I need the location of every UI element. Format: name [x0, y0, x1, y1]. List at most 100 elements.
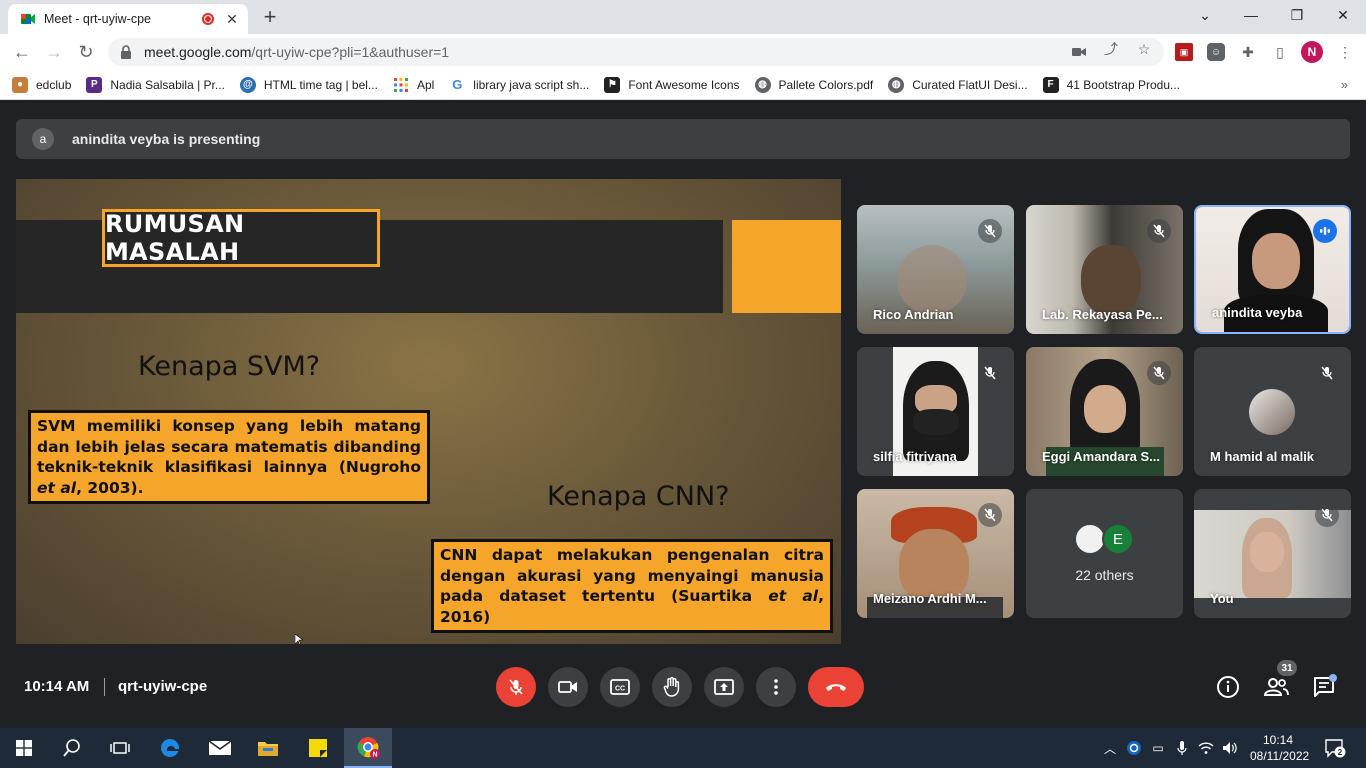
close-tab-icon[interactable]: ✕ — [224, 11, 240, 28]
participant-name: Lab. Rekayasa Pe... — [1042, 307, 1163, 322]
apps-grid-icon — [393, 77, 408, 92]
bookmark-pallete-colors[interactable]: ◍ Pallete Colors.pdf — [754, 76, 873, 93]
extension-red-icon[interactable]: ▣ — [1175, 43, 1193, 61]
extension-chat-icon[interactable]: ☺ — [1207, 43, 1225, 61]
participant-tile[interactable]: Lab. Rekayasa Pe... — [1026, 205, 1183, 334]
p-logo-icon: P — [86, 76, 103, 93]
camera-permission-icon[interactable] — [1071, 44, 1087, 60]
windows-start-icon[interactable] — [0, 728, 48, 768]
participant-tile[interactable]: Rico Andrian — [857, 205, 1014, 334]
google-meet-icon — [21, 14, 35, 24]
presenting-banner: a anindita veyba is presenting — [16, 119, 1350, 159]
more-vertical-icon — [774, 679, 778, 695]
present-screen-button[interactable] — [704, 667, 744, 707]
notification-center-icon[interactable]: 2 — [1324, 738, 1346, 758]
file-explorer-icon[interactable] — [244, 728, 292, 768]
sync-status-icon[interactable] — [1126, 740, 1142, 756]
browser-tab-meet[interactable]: Meet - qrt-uyiw-cpe ✕ — [8, 4, 248, 34]
camera-toggle-button[interactable] — [548, 667, 588, 707]
address-bar[interactable]: meet.google.com/qrt-uyiw-cpe?pli=1&authu… — [108, 38, 1164, 66]
bookmark-html-time-tag[interactable]: @ HTML time tag | bel... — [239, 76, 378, 93]
search-icon[interactable] — [48, 728, 96, 768]
svg-text:N: N — [372, 752, 377, 759]
url-text: meet.google.com/qrt-uyiw-cpe?pli=1&authu… — [144, 44, 450, 60]
bookmark-library-java-script[interactable]: G library java script sh... — [449, 76, 589, 93]
participant-tile[interactable]: M hamid al malik — [1194, 347, 1351, 476]
people-button[interactable] — [1263, 674, 1289, 700]
restore-button[interactable]: ❐ — [1274, 0, 1320, 30]
microphone-toggle-button[interactable] — [496, 667, 536, 707]
tab-search-icon[interactable]: ⌄ — [1182, 0, 1228, 30]
profile-avatar[interactable]: N — [1301, 41, 1323, 63]
mic-muted-icon — [1147, 219, 1171, 243]
participant-name: Eggi Amandara S... — [1042, 449, 1160, 464]
chrome-taskbar-icon[interactable]: N — [344, 728, 392, 768]
svg-text:CC: CC — [615, 686, 625, 693]
bookmarks-overflow-icon[interactable]: » — [1341, 77, 1348, 92]
meeting-code: qrt-uyiw-cpe — [118, 678, 208, 695]
slide-title: RUMUSAN MASALAH — [105, 210, 245, 266]
forward-icon[interactable]: → — [42, 40, 66, 64]
presentation-slide: RUMUSAN MASALAH Kenapa SVM? SVM memiliki… — [16, 179, 841, 644]
recording-indicator-icon — [202, 13, 214, 25]
leave-call-button[interactable] — [808, 667, 864, 707]
bookmark-nadia-salsabila[interactable]: P Nadia Salsabila | Pr... — [86, 76, 225, 93]
volume-icon[interactable] — [1222, 740, 1238, 756]
self-view-tile[interactable]: You — [1194, 489, 1351, 618]
participant-avatar-letter: E — [1102, 523, 1134, 555]
chrome-menu-icon[interactable]: ⋮ — [1336, 43, 1354, 61]
wifi-icon[interactable] — [1198, 740, 1214, 756]
captions-button[interactable]: CC — [600, 667, 640, 707]
cnn-explanation-box: CNN dapat melakukan pengenalan citra den… — [431, 539, 833, 633]
bookmark-apl[interactable]: Apl — [393, 77, 434, 93]
extensions-puzzle-icon[interactable]: ✚ — [1239, 43, 1257, 61]
reload-icon[interactable]: ↻ — [74, 40, 98, 64]
unread-chat-dot — [1329, 674, 1337, 682]
windows-taskbar: N ︿ ▭ 10:14 08/11/2022 2 — [0, 728, 1366, 768]
globe-icon: ◍ — [754, 76, 771, 93]
people-icon — [1263, 678, 1289, 696]
edge-browser-icon[interactable] — [146, 728, 194, 768]
participant-tile[interactable]: silfia fitriyana — [857, 347, 1014, 476]
bookmark-curated-flatui[interactable]: ◍ Curated FlatUI Desi... — [888, 76, 1028, 93]
heading-cnn: Kenapa CNN? — [547, 481, 730, 512]
system-clock[interactable]: 10:14 08/11/2022 — [1250, 732, 1309, 764]
new-tab-button[interactable]: + — [258, 5, 282, 29]
mail-icon[interactable] — [196, 728, 244, 768]
others-tile[interactable]: E 22 others — [1026, 489, 1183, 618]
meeting-clock: 10:14 AM — [24, 678, 90, 695]
bookmark-edclub[interactable]: ● edclub — [12, 76, 71, 93]
close-window-button[interactable]: ✕ — [1320, 0, 1366, 30]
hang-up-icon — [826, 684, 846, 691]
participant-name: anindita veyba — [1212, 305, 1303, 320]
task-view-icon[interactable] — [96, 728, 144, 768]
minimize-button[interactable]: — — [1228, 0, 1274, 30]
sticky-notes-icon[interactable] — [294, 728, 342, 768]
heading-svm: Kenapa SVM? — [138, 351, 321, 382]
show-hidden-icons-icon[interactable]: ︿ — [1102, 740, 1118, 756]
meeting-details-button[interactable] — [1215, 674, 1241, 700]
side-panel-icon[interactable]: ▯ — [1271, 43, 1289, 61]
bookmark-bootstrap[interactable]: F 41 Bootstrap Produ... — [1042, 76, 1180, 93]
participant-tile[interactable]: Meizano Ardhi M... — [857, 489, 1014, 618]
share-icon[interactable]: ⤴ — [1103, 41, 1119, 57]
microphone-tray-icon[interactable] — [1174, 740, 1190, 756]
f-logo-icon: F — [1042, 76, 1059, 93]
bookmarks-bar: ● edclub P Nadia Salsabila | Pr... @ HTM… — [0, 70, 1366, 100]
participant-tile[interactable]: Eggi Amandara S... — [1026, 347, 1183, 476]
google-icon: G — [449, 76, 466, 93]
browser-toolbar: ← → ↻ meet.google.com/qrt-uyiw-cpe?pli=1… — [0, 34, 1366, 70]
mic-muted-icon — [1315, 361, 1339, 385]
bookmark-font-awesome[interactable]: ⚑ Font Awesome Icons — [604, 76, 740, 93]
device-icon[interactable]: ▭ — [1150, 740, 1166, 756]
svm-explanation-box: SVM memiliki konsep yang lebih matang da… — [28, 410, 430, 504]
participant-tile-active-speaker[interactable]: anindita veyba — [1194, 205, 1351, 334]
raise-hand-button[interactable] — [652, 667, 692, 707]
participant-name: Meizano Ardhi M... — [873, 591, 987, 606]
presenting-text: anindita veyba is presenting — [72, 131, 261, 147]
back-icon[interactable]: ← — [10, 40, 34, 64]
bookmark-star-icon[interactable]: ☆ — [1136, 41, 1152, 57]
participant-avatar — [1249, 389, 1295, 435]
more-options-button[interactable] — [756, 667, 796, 707]
participant-name: You — [1210, 591, 1234, 606]
